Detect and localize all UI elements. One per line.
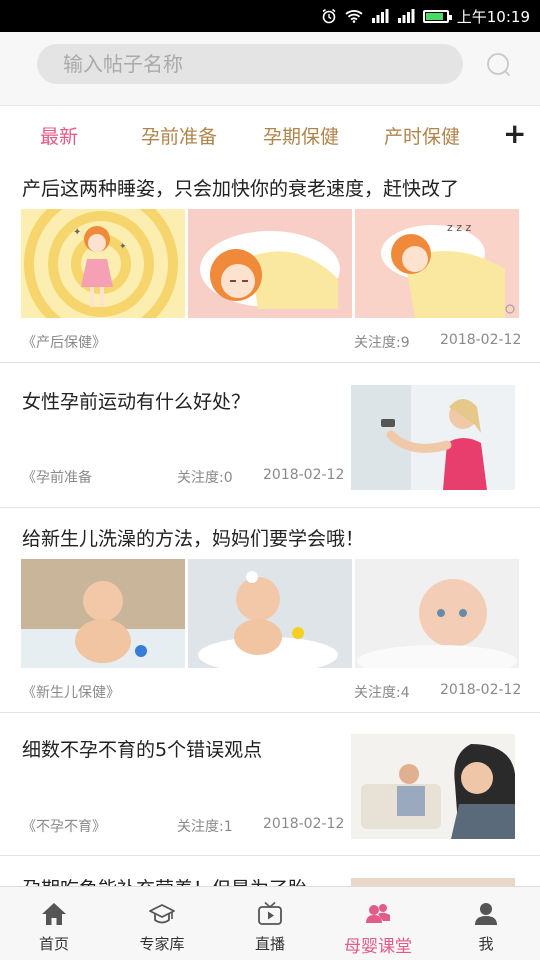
article-attention: 关注度:9 bbox=[354, 335, 410, 351]
article-item[interactable]: 给新生儿洗澡的方法，妈妈们要学会哦！ 《新生儿保健》 关注度:4 2018-02… bbox=[0, 508, 540, 713]
tab-delivery-care[interactable]: 产时保健 bbox=[384, 122, 460, 149]
home-icon bbox=[42, 903, 66, 925]
nav-mother-baby-class[interactable]: 母婴课堂 bbox=[324, 887, 432, 960]
article-date: 2018-02-12 bbox=[263, 467, 345, 483]
article-title: 给新生儿洗澡的方法，妈妈们要学会哦！ bbox=[22, 528, 365, 550]
article-image bbox=[188, 209, 352, 318]
nav-me[interactable]: 我 bbox=[432, 887, 540, 960]
article-image: ✦ ✦ bbox=[21, 209, 185, 318]
svg-text:✦: ✦ bbox=[73, 227, 81, 238]
search-icon[interactable] bbox=[486, 52, 512, 78]
article-image bbox=[188, 559, 352, 668]
article-category: 《不孕不育》 bbox=[22, 819, 106, 835]
person-icon bbox=[475, 903, 497, 925]
svg-text:z z z: z z z bbox=[447, 221, 472, 234]
article-item[interactable]: 孕期吃鱼能补充营养！但是为了胎 bbox=[0, 856, 540, 886]
nav-label: 母婴课堂 bbox=[344, 937, 412, 957]
nav-label: 我 bbox=[478, 935, 494, 953]
article-category: 《孕前准备 bbox=[22, 470, 92, 486]
category-tabs: 最新 孕前准备 孕期保健 产时保健 + bbox=[0, 106, 540, 162]
tv-play-icon bbox=[258, 901, 282, 925]
nav-home[interactable]: 首页 bbox=[0, 887, 108, 960]
tab-latest[interactable]: 最新 bbox=[40, 122, 78, 149]
article-image bbox=[351, 734, 515, 839]
article-date: 2018-02-12 bbox=[440, 332, 522, 348]
search-placeholder: 输入帖子名称 bbox=[63, 52, 183, 76]
wifi-icon bbox=[345, 9, 363, 23]
tab-pre-pregnancy[interactable]: 孕前准备 bbox=[141, 122, 217, 149]
battery-icon bbox=[422, 9, 452, 23]
nav-label: 首页 bbox=[38, 935, 69, 953]
article-title: 女性孕前运动有什么好处？ bbox=[22, 391, 251, 413]
nav-label: 直播 bbox=[254, 935, 285, 953]
alarm-icon bbox=[321, 8, 337, 24]
article-image bbox=[21, 559, 185, 668]
article-date: 2018-02-12 bbox=[263, 816, 345, 832]
article-title: 细数不孕不育的5个错误观点 bbox=[22, 739, 263, 761]
article-image bbox=[355, 559, 519, 668]
article-thumbnails bbox=[21, 559, 519, 668]
svg-text:✦: ✦ bbox=[119, 242, 127, 252]
status-bar: 上午10:19 bbox=[0, 0, 540, 32]
search-input[interactable]: 输入帖子名称 bbox=[37, 44, 463, 84]
article-attention: 关注度:4 bbox=[354, 685, 410, 701]
nav-experts[interactable]: 专家库 bbox=[108, 887, 216, 960]
search-header: 输入帖子名称 bbox=[0, 32, 540, 106]
article-category: 《产后保健》 bbox=[22, 335, 106, 351]
nav-label: 专家库 bbox=[139, 935, 185, 953]
group-icon bbox=[366, 904, 390, 923]
status-time: 上午10:19 bbox=[456, 7, 530, 26]
article-item[interactable]: 女性孕前运动有什么好处？ 《孕前准备 关注度:0 2018-02-12 bbox=[0, 363, 540, 508]
nav-live[interactable]: 直播 bbox=[216, 887, 324, 960]
article-thumbnails: ✦ ✦ z z z bbox=[21, 209, 519, 318]
article-title: 产后这两种睡姿，只会加快你的衰老速度，赶快改了 bbox=[22, 178, 460, 200]
article-image bbox=[351, 385, 515, 490]
tab-pregnancy-care[interactable]: 孕期保健 bbox=[263, 122, 339, 149]
article-attention: 关注度:0 bbox=[177, 470, 233, 486]
graduation-cap-icon bbox=[149, 904, 175, 924]
article-feed[interactable]: 产后这两种睡姿，只会加快你的衰老速度，赶快改了 ✦ ✦ z z z 《产后保健》… bbox=[0, 162, 540, 886]
signal-icon-2 bbox=[397, 9, 415, 23]
article-item[interactable]: 产后这两种睡姿，只会加快你的衰老速度，赶快改了 ✦ ✦ z z z 《产后保健》… bbox=[0, 162, 540, 363]
add-tab-button[interactable]: + bbox=[503, 117, 526, 150]
bottom-navigation: 首页 专家库 直播 母婴课堂 我 bbox=[0, 886, 540, 960]
article-category: 《新生儿保健》 bbox=[22, 685, 120, 701]
article-date: 2018-02-12 bbox=[440, 682, 522, 698]
signal-icon bbox=[371, 9, 389, 23]
article-image: z z z bbox=[355, 209, 519, 318]
article-image bbox=[351, 878, 515, 886]
article-attention: 关注度:1 bbox=[177, 819, 233, 835]
article-title: 孕期吃鱼能补充营养！但是为了胎 bbox=[22, 874, 307, 886]
article-item[interactable]: 细数不孕不育的5个错误观点 《不孕不育》 关注度:1 2018-02-12 bbox=[0, 713, 540, 856]
